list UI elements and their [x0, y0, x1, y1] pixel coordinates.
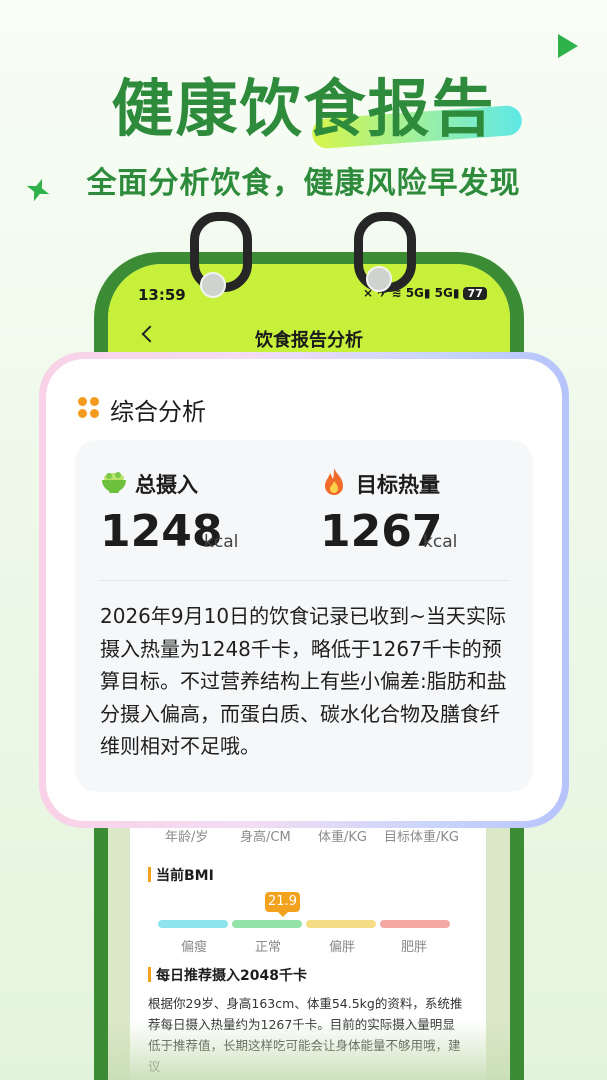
- binder-peg-right: [366, 266, 392, 292]
- bmi-bar-obese: [380, 920, 450, 928]
- target-label: 目标热量: [356, 473, 440, 497]
- binder-peg-left: [200, 272, 226, 298]
- analysis-summary: 2026年9月10日的饮食记录已收到~当天实际摄入热量为1248千卡，略低于12…: [100, 604, 507, 758]
- intake-unit: kcal: [204, 532, 239, 552]
- recommend-section-marker: [148, 967, 151, 982]
- metric-age-label: 年龄/岁: [165, 830, 209, 845]
- battery-icon: 77: [463, 287, 487, 300]
- bmi-bar-thin: [158, 920, 228, 928]
- page-subtitle: 全面分析饮食，健康风险早发现: [86, 166, 521, 201]
- bmi-label-over: 偏胖: [329, 940, 356, 955]
- bmi-section-marker: [148, 867, 151, 882]
- card-title: 综合分析: [110, 398, 206, 426]
- metric-target-weight-label: 目标体重/KG: [384, 830, 459, 845]
- target-unit: kcal: [423, 532, 458, 552]
- bmi-section-title: 当前BMI: [156, 868, 214, 884]
- metric-weight-label: 体重/KG: [318, 830, 367, 845]
- intake-label: 总摄入: [135, 473, 198, 497]
- bmi-badge-pointer: [278, 912, 288, 917]
- bottom-fade: [108, 1020, 510, 1080]
- bowl-icon: [102, 472, 126, 493]
- stats-divider: [100, 580, 508, 581]
- play-icon: [558, 34, 578, 58]
- fire-icon: [325, 468, 343, 495]
- bmi-bar-over: [306, 920, 376, 928]
- bmi-value-badge: 21.9: [265, 892, 300, 912]
- status-time: 13:59: [138, 286, 186, 304]
- bmi-label-obese: 肥胖: [401, 940, 428, 955]
- bmi-label-normal: 正常: [255, 940, 282, 955]
- nav-title: 饮食报告分析: [255, 330, 363, 351]
- recommend-section-title: 每日推荐摄入2048千卡: [156, 968, 307, 984]
- metric-height-label: 身高/CM: [240, 830, 291, 845]
- four-dot-icon: [78, 397, 100, 419]
- bmi-label-thin: 偏瘦: [181, 940, 208, 955]
- page-title: 健康饮食报告: [111, 72, 496, 145]
- bmi-bar-normal: [232, 920, 302, 928]
